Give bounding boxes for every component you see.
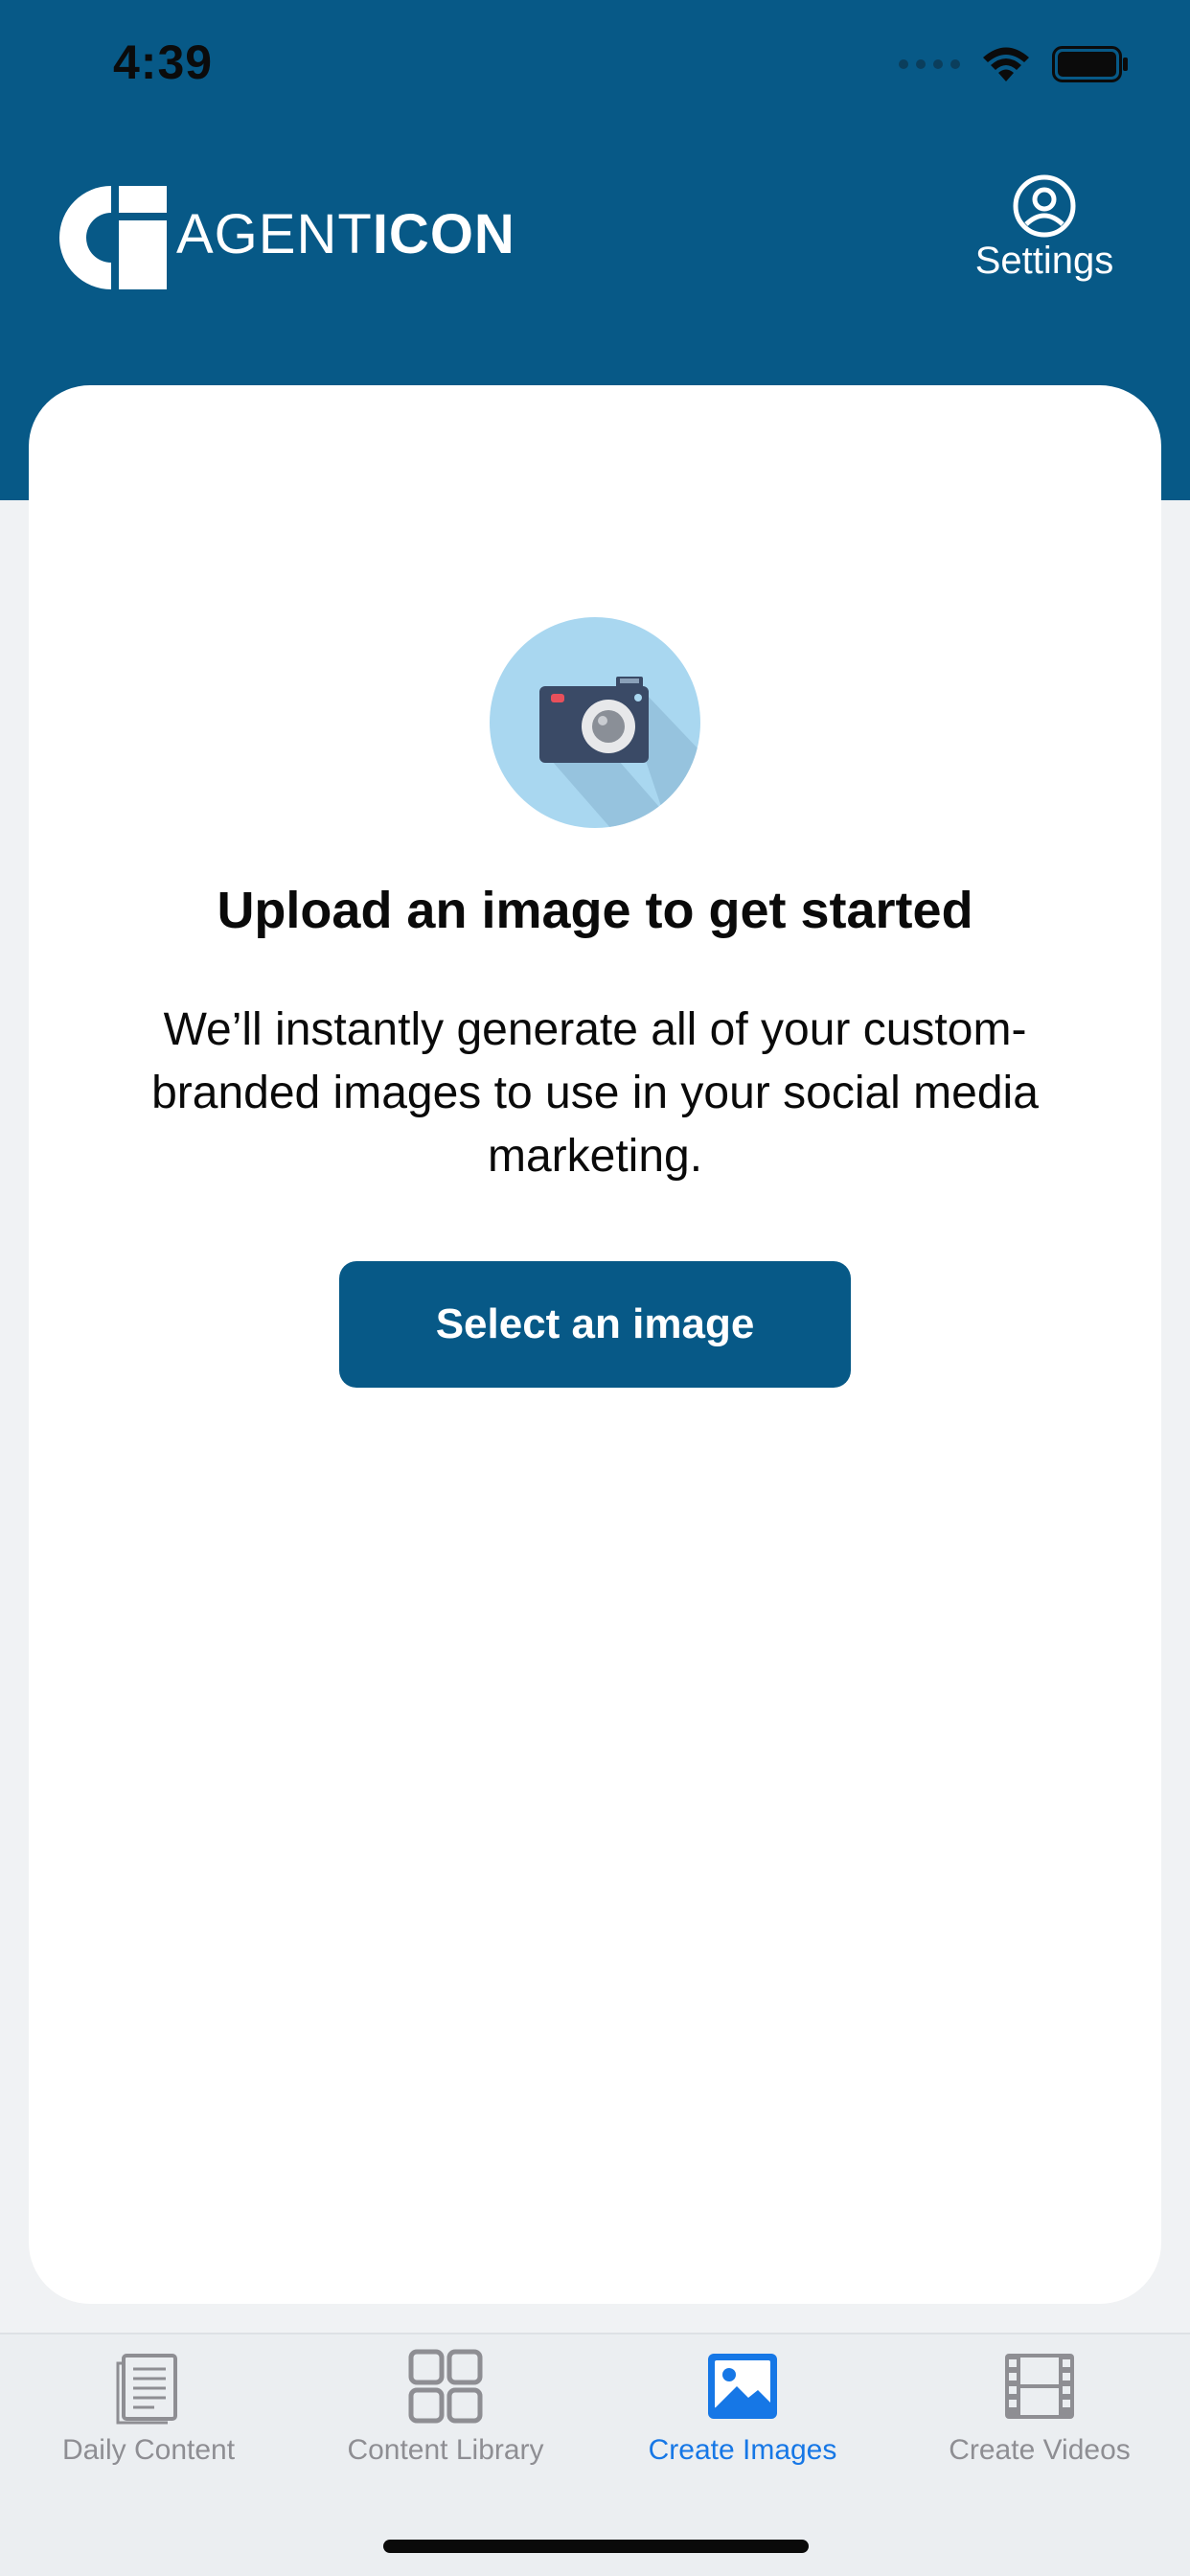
document-icon: [116, 2354, 177, 2425]
tab-label: Create Videos: [949, 2434, 1131, 2466]
status-icons: [899, 40, 1129, 88]
tab-create-images[interactable]: Create Images: [594, 2348, 891, 2467]
tab-daily-content[interactable]: Daily Content: [0, 2348, 297, 2467]
tab-label: Content Library: [347, 2434, 544, 2466]
settings-button[interactable]: Settings: [964, 174, 1125, 283]
logo-text-agent: AGENT: [176, 203, 373, 265]
wifi-icon: [983, 47, 1029, 81]
cellular-signal-icon: [899, 59, 960, 69]
settings-label: Settings: [974, 240, 1114, 282]
camera-icon: [490, 617, 700, 828]
home-indicator: [383, 2540, 809, 2553]
select-image-button[interactable]: Select an image: [339, 1261, 851, 1388]
tab-create-videos[interactable]: Create Videos: [891, 2348, 1188, 2467]
grid-icon: [408, 2349, 483, 2424]
logo-text-icon: ICON: [372, 203, 515, 265]
status-time: 4:39: [113, 35, 214, 89]
app-screen: 4:39 AGENTICON Settings Upload an image …: [0, 0, 1190, 2576]
tab-label: Create Images: [648, 2434, 837, 2466]
tab-content-library[interactable]: Content Library: [297, 2348, 594, 2467]
agenticon-logo: AGENTICON: [56, 180, 515, 289]
upload-description: We’ll instantly generate all of your cus…: [151, 1004, 1039, 1182]
battery-icon: [1052, 46, 1128, 82]
logo-mark-icon: [59, 186, 167, 289]
image-icon: [708, 2354, 777, 2419]
film-icon: [1005, 2354, 1074, 2419]
logo-wordmark: AGENTICON: [176, 207, 515, 263]
tab-label: Daily Content: [61, 2434, 236, 2466]
user-circle-icon: [1013, 174, 1076, 238]
upload-card: Upload an image to get started We’ll ins…: [29, 385, 1161, 2304]
upload-title: Upload an image to get started: [217, 882, 973, 939]
